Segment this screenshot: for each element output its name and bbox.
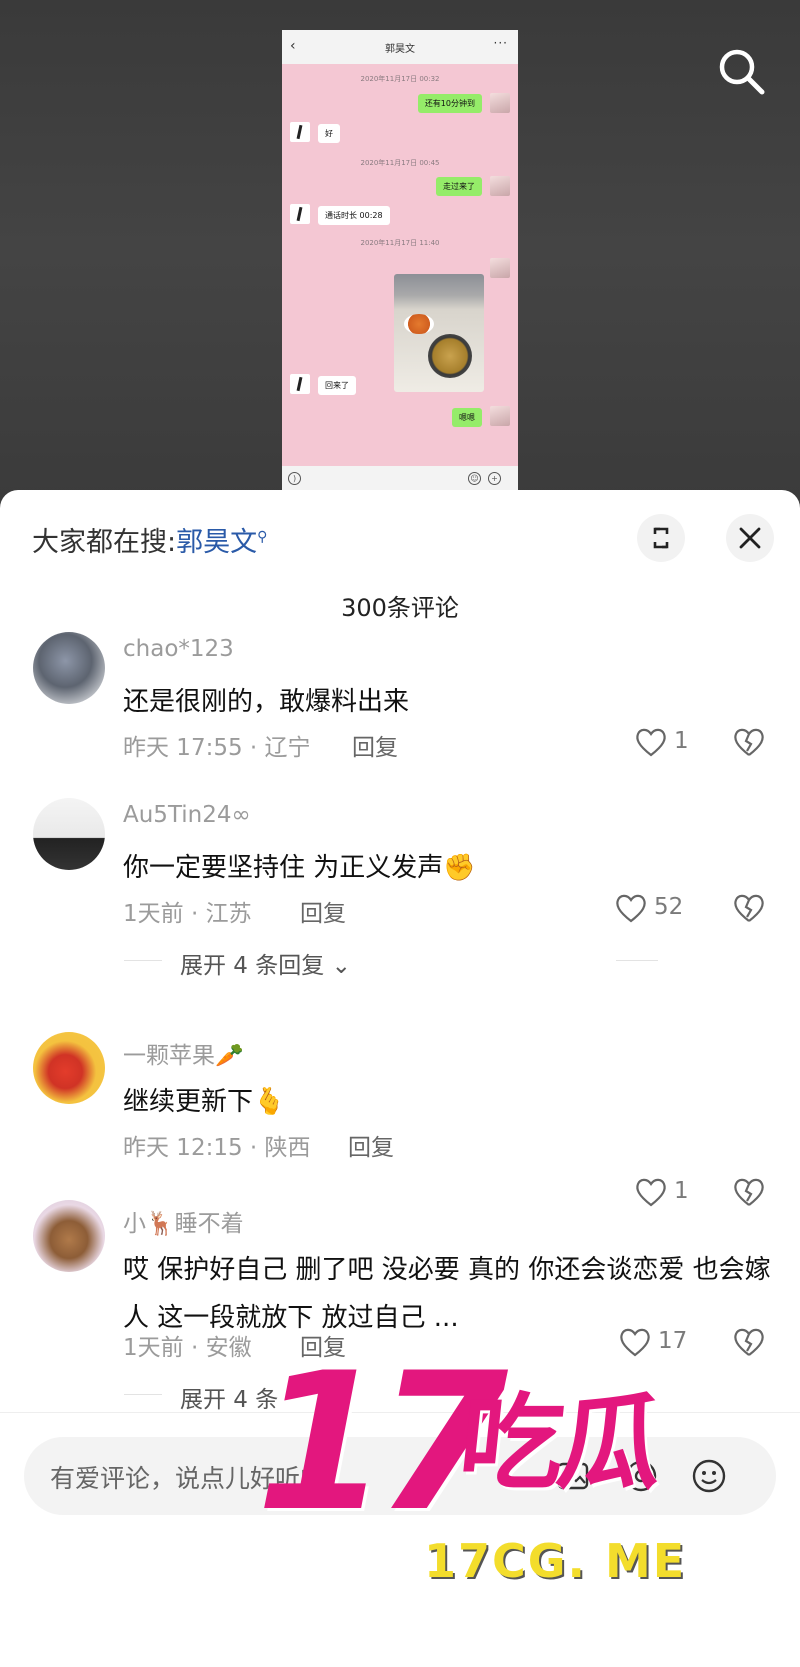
comment-text: 继续更新下🫰 [123, 1087, 286, 1117]
comment-meta: 1天前 · 江苏 [123, 901, 252, 927]
avatar-me [490, 93, 510, 113]
comment-text: 还是很刚的，敢爆料出来 [123, 687, 410, 717]
expand-button[interactable] [637, 514, 685, 562]
chat-bubble-him: 好 [318, 124, 340, 143]
comment-count: 300条评论 [341, 594, 459, 622]
avatar[interactable] [33, 798, 105, 870]
chat-input-bar: ) ☺ + [282, 466, 518, 492]
trending-search[interactable]: 大家都在搜:郭昊文⚲ [32, 520, 267, 559]
plus-icon: + [488, 472, 501, 485]
food-photo [394, 274, 484, 392]
comment-username[interactable]: Au5Tin24∞ [123, 802, 251, 828]
comment-text: 你一定要坚持住 为正义发声✊ [123, 853, 476, 883]
chat-screenshot: ‹ 郭昊文 ··· 2020年11月17日 00:32 还有10分钟到 好 20… [282, 30, 518, 492]
like-count: 1 [674, 728, 689, 754]
avatar-me [490, 406, 510, 426]
chat-title: 郭昊文 [385, 44, 415, 55]
divider [616, 960, 658, 961]
expand-replies[interactable]: 展开 4 条回复 ⌄ [0, 946, 800, 979]
comment-meta: 昨天 17:55 · 辽宁 [123, 735, 311, 761]
expand-replies-label: 展开 4 条回复 ⌄ [180, 953, 351, 979]
comment-meta: 昨天 12:15 · 陕西 [123, 1135, 311, 1161]
comment-item: Au5Tin24∞ 你一定要坚持住 为正义发声✊ 1天前 · 江苏 回复 52 … [0, 798, 800, 988]
comment-username[interactable]: chao*123 [123, 636, 234, 662]
avatar[interactable] [33, 632, 105, 704]
voice-icon: ) [288, 472, 301, 485]
avatar-him [290, 122, 310, 142]
divider [124, 960, 162, 961]
comment-item: chao*123 还是很刚的，敢爆料出来 昨天 17:55 · 辽宁 回复 1 [0, 632, 800, 782]
close-icon [739, 527, 761, 549]
watermark-chinese: 吃瓜 [453, 1382, 663, 1504]
comment-meta: 1天前 · 安徽 [123, 1335, 252, 1361]
reply-button[interactable]: 回复 [300, 894, 346, 928]
divider [124, 1394, 162, 1395]
search-icon[interactable] [716, 46, 768, 98]
broken-heart-icon[interactable] [732, 726, 766, 758]
chat-bubble-me: 走过来了 [436, 177, 482, 196]
comment-username[interactable]: 一颗苹果🥕 [123, 1036, 244, 1070]
broken-heart-icon[interactable] [732, 892, 766, 924]
like-count: 52 [654, 894, 684, 920]
chat-bubble-me: 嗯嗯 [452, 408, 482, 427]
avatar-me [490, 258, 510, 278]
comment-username[interactable]: 小🦌睡不着 [123, 1204, 244, 1238]
chat-timestamp: 2020年11月17日 11:40 [360, 239, 440, 247]
chat-timestamp: 2020年11月17日 00:45 [360, 159, 440, 167]
watermark-logo: 17 吃瓜 17CG. ME [256, 1348, 756, 1648]
chat-bubble-him: 回来了 [318, 376, 356, 395]
chat-header: ‹ 郭昊文 ··· [282, 30, 518, 64]
avatar[interactable] [33, 1032, 105, 1104]
reply-button[interactable]: 回复 [352, 728, 398, 762]
more-dots-icon: ··· [493, 36, 508, 50]
avatar-me [490, 176, 510, 196]
avatar-him [290, 374, 310, 394]
chat-bubble-me: 还有10分钟到 [417, 94, 482, 113]
heart-icon[interactable] [634, 726, 668, 758]
chat-call-bubble: 通话时长 00:28 [318, 206, 390, 225]
video-area[interactable]: ‹ 郭昊文 ··· 2020年11月17日 00:32 还有10分钟到 好 20… [0, 0, 800, 500]
close-button[interactable] [726, 514, 774, 562]
trending-term[interactable]: 郭昊文 [176, 527, 257, 558]
avatar[interactable] [33, 1200, 105, 1272]
watermark-url: 17CG. ME [424, 1534, 687, 1588]
trending-prefix: 大家都在搜: [32, 527, 177, 558]
comment-item: 一颗苹果🥕 继续更新下🫰 昨天 12:15 · 陕西 回复 1 [0, 1032, 800, 1207]
reply-button[interactable]: 回复 [348, 1128, 394, 1162]
chat-timestamp: 2020年11月17日 00:32 [360, 75, 440, 83]
avatar-him [290, 204, 310, 224]
chevron-down-icon: ⌄ [331, 953, 351, 979]
emoji-icon: ☺ [468, 472, 481, 485]
heart-icon[interactable] [614, 892, 648, 924]
search-small-icon: ⚲ [257, 529, 268, 545]
expand-icon [653, 527, 669, 549]
